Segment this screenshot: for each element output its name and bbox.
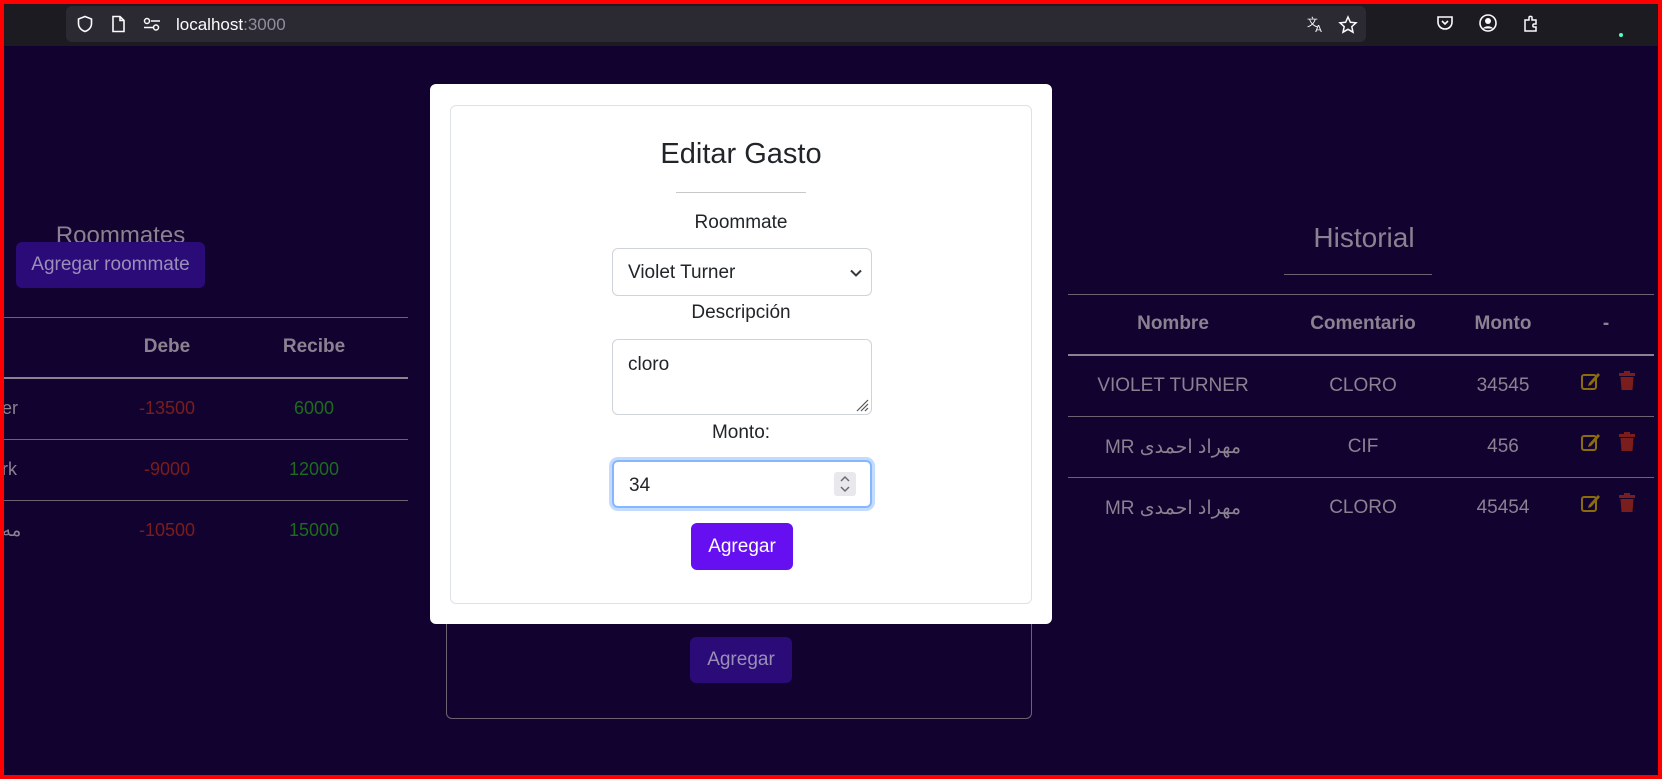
pocket-icon[interactable] xyxy=(1435,13,1455,33)
amount-value: 34 xyxy=(629,475,651,496)
shield-icon[interactable] xyxy=(76,15,94,33)
edit-icon[interactable] xyxy=(1580,492,1602,514)
roommate-label: Roommate xyxy=(694,212,788,233)
roommates-table-header: Debe Recibe xyxy=(4,317,408,379)
edit-expense-form: Editar Gasto Roommate Violet Turner Desc… xyxy=(450,105,1032,604)
url-text[interactable]: localhost:3000 xyxy=(176,15,286,35)
debe-value: -13500 xyxy=(138,398,196,418)
browser-toolbar: localhost:3000 文A xyxy=(4,4,1658,46)
url-port: :3000 xyxy=(243,15,286,34)
roommate-name: er xyxy=(4,398,19,418)
table-row: rk -9000 12000 xyxy=(4,440,408,501)
history-comentario: CLORO xyxy=(1329,375,1397,396)
roommate-name: rk xyxy=(4,459,17,479)
modal-title-divider xyxy=(676,192,806,193)
history-comentario: CIF xyxy=(1347,436,1379,457)
url-host: localhost xyxy=(176,15,244,34)
edit-icon[interactable] xyxy=(1580,431,1602,453)
stepper-arrows-icon xyxy=(840,475,850,493)
debe-value: -9000 xyxy=(143,459,191,479)
delete-icon[interactable] xyxy=(1616,370,1638,392)
history-title-divider xyxy=(1284,274,1432,275)
account-icon[interactable] xyxy=(1478,13,1498,33)
delete-icon[interactable] xyxy=(1616,492,1638,514)
column-header-nombre: Nombre xyxy=(1137,313,1209,334)
submit-button[interactable]: Agregar xyxy=(691,523,793,570)
chevron-down-icon xyxy=(850,269,862,277)
recibe-value: 12000 xyxy=(288,459,340,479)
history-title: Historial xyxy=(1313,222,1415,253)
add-roommate-button[interactable]: Agregar roommate xyxy=(16,242,205,288)
description-textarea[interactable]: cloro xyxy=(612,339,872,415)
extensions-icon[interactable] xyxy=(1521,13,1541,33)
history-nombre: MR مهراد احمدی xyxy=(1104,498,1242,519)
description-label: Descripción xyxy=(691,302,791,323)
permissions-icon[interactable] xyxy=(142,15,162,33)
svg-text:A: A xyxy=(1315,24,1322,33)
recibe-value: 15000 xyxy=(288,520,340,540)
table-row: MR مهراد احمدی CIF 456 xyxy=(1068,417,1654,478)
column-header-monto: Monto xyxy=(1474,313,1532,334)
amount-stepper[interactable] xyxy=(834,472,856,496)
table-row: MR مهراد احمدی CLORO 45454 xyxy=(1068,478,1654,539)
history-monto: 45454 xyxy=(1476,497,1530,518)
column-header-comentario: Comentario xyxy=(1310,313,1416,334)
table-row: er -13500 6000 xyxy=(4,379,408,440)
address-bar[interactable]: localhost:3000 文A xyxy=(66,6,1366,42)
resize-handle-icon[interactable] xyxy=(853,396,869,412)
page-icon[interactable] xyxy=(109,15,127,33)
amount-label: Monto: xyxy=(711,422,771,443)
description-value: cloro xyxy=(628,354,670,375)
modal-title: Editar Gasto xyxy=(660,138,822,170)
background-add-button[interactable]: Agregar xyxy=(690,637,792,683)
column-header-recibe: Recibe xyxy=(282,336,346,357)
history-nombre: MR مهراد احمدی xyxy=(1104,437,1242,458)
column-header-debe: Debe xyxy=(143,336,191,357)
roommate-select[interactable]: Violet Turner xyxy=(612,248,872,296)
recibe-value: 6000 xyxy=(293,398,335,418)
column-header-actions: - xyxy=(1602,313,1610,334)
app-frame: localhost:3000 文A Roommates Agregar room… xyxy=(4,4,1658,775)
roommate-name: مه xyxy=(4,520,22,540)
history-monto: 456 xyxy=(1487,436,1519,457)
amount-input[interactable]: 34 xyxy=(612,460,872,508)
edit-expense-modal: Editar Gasto Roommate Violet Turner Desc… xyxy=(430,84,1052,624)
history-monto: 34545 xyxy=(1476,375,1530,396)
table-row: VIOLET TURNER CLORO 34545 xyxy=(1068,356,1654,417)
roommate-select-value: Violet Turner xyxy=(628,262,736,283)
extension-badge xyxy=(1619,33,1623,37)
history-comentario: CLORO xyxy=(1329,497,1397,518)
bookmark-star-icon[interactable] xyxy=(1338,15,1358,35)
table-row: مه -10500 15000 xyxy=(4,501,408,562)
history-nombre: VIOLET TURNER xyxy=(1097,375,1249,396)
debe-value: -10500 xyxy=(138,520,196,540)
translate-icon[interactable]: 文A xyxy=(1306,15,1326,33)
delete-icon[interactable] xyxy=(1616,431,1638,453)
edit-icon[interactable] xyxy=(1580,370,1602,392)
history-table-header: Nombre Comentario Monto - xyxy=(1068,294,1654,356)
